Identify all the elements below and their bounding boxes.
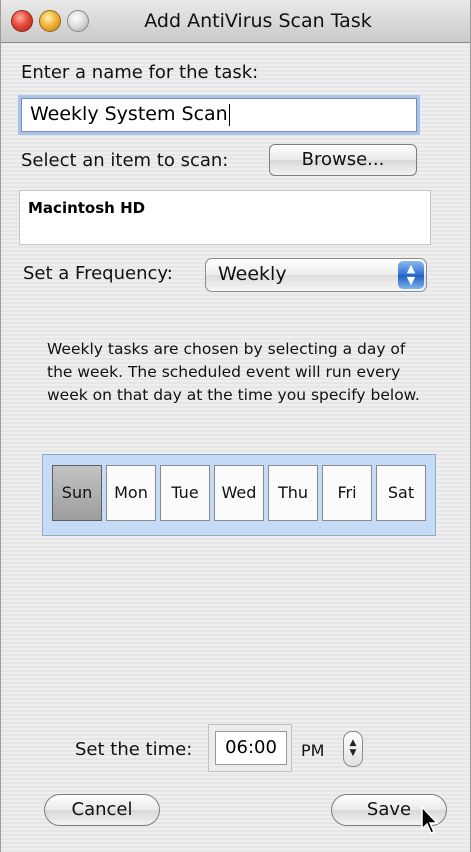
time-field: 06:00 bbox=[208, 724, 292, 772]
day-button-tue[interactable]: Tue bbox=[160, 465, 210, 521]
frequency-description: Weekly tasks are chosen by selecting a d… bbox=[47, 340, 420, 404]
frequency-value: Weekly bbox=[218, 263, 287, 285]
time-label: Set the time: bbox=[75, 739, 193, 760]
day-button-fri[interactable]: Fri bbox=[322, 465, 372, 521]
day-button-mon[interactable]: Mon bbox=[106, 465, 156, 521]
title-bar[interactable]: Add AntiVirus Scan Task bbox=[1, 0, 470, 43]
window-title: Add AntiVirus Scan Task bbox=[144, 10, 372, 32]
scan-task-dialog: Add AntiVirus Scan Task Enter a name for… bbox=[0, 0, 471, 852]
stepper-icon[interactable]: ▲ ▼ bbox=[343, 731, 363, 767]
text-caret bbox=[228, 103, 230, 126]
frequency-select[interactable]: Weekly ▲ ▼ bbox=[205, 258, 427, 292]
day-button-wed[interactable]: Wed bbox=[214, 465, 264, 521]
list-item[interactable]: Macintosh HD bbox=[28, 199, 422, 217]
task-name-value: Weekly System Scan bbox=[30, 103, 228, 125]
ampm-label: PM bbox=[301, 741, 325, 760]
scan-item-label: Select an item to scan: bbox=[21, 150, 229, 171]
frequency-label: Set a Frequency: bbox=[23, 263, 173, 284]
up-down-arrows-icon: ▲ ▼ bbox=[398, 261, 424, 289]
scan-item-list[interactable]: Macintosh HD bbox=[19, 190, 431, 245]
day-button-sun[interactable]: Sun bbox=[52, 465, 102, 521]
task-name-input[interactable]: Weekly System Scan bbox=[21, 98, 417, 132]
browse-button[interactable]: Browse... bbox=[269, 144, 417, 176]
task-name-label: Enter a name for the task: bbox=[21, 62, 259, 83]
day-button-thu[interactable]: Thu bbox=[268, 465, 318, 521]
time-input[interactable]: 06:00 bbox=[215, 731, 287, 765]
mouse-pointer-icon bbox=[421, 805, 439, 834]
day-button-sat[interactable]: Sat bbox=[376, 465, 426, 521]
day-selector: Sun Mon Tue Wed Thu Fri Sat bbox=[42, 454, 436, 536]
cancel-button[interactable]: Cancel bbox=[44, 794, 160, 826]
